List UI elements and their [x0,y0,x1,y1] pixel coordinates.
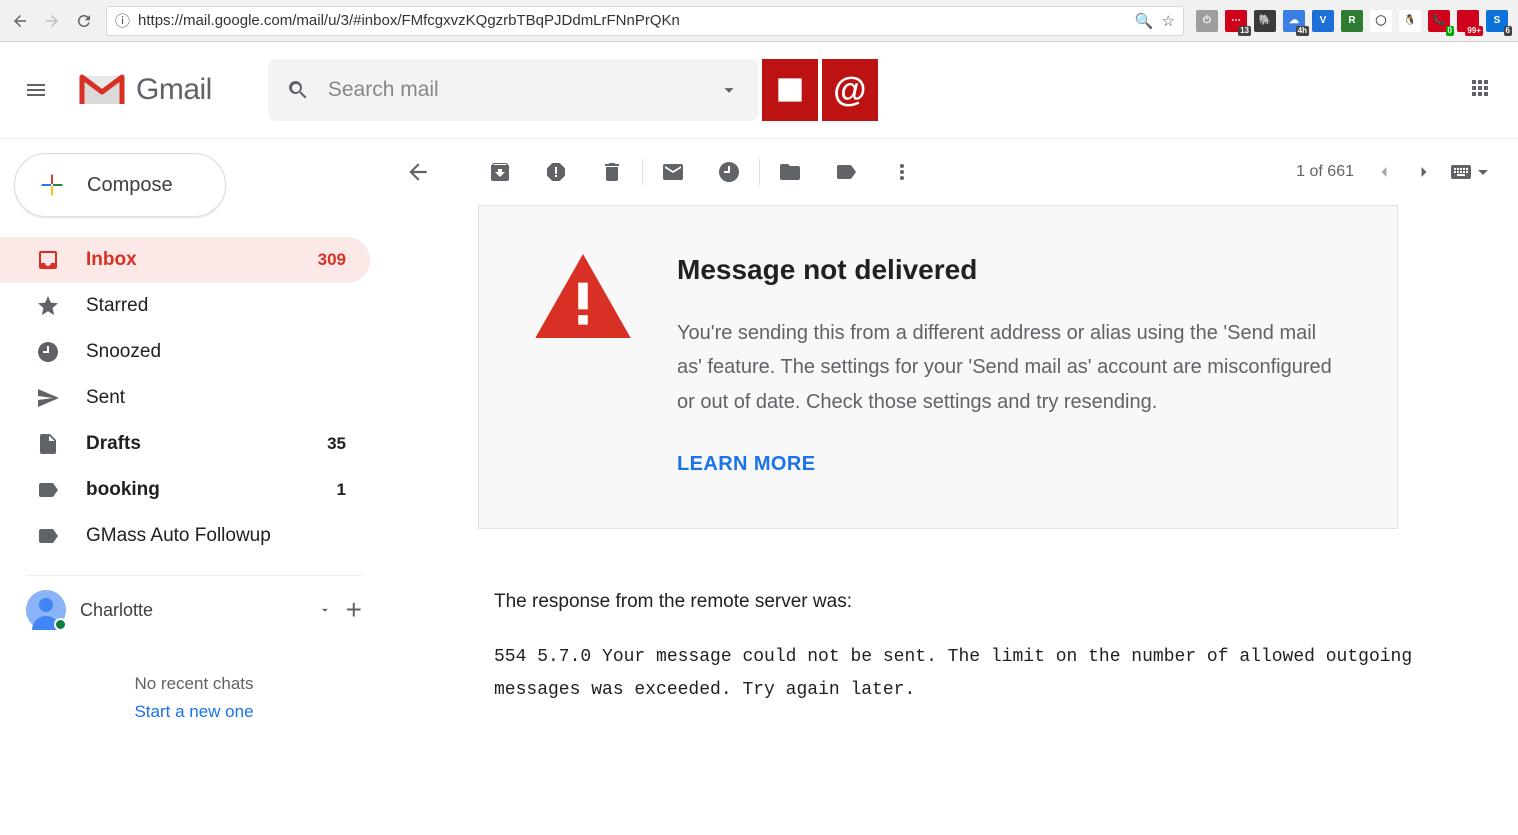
inbox-icon [36,248,60,272]
sidebar-item-snoozed[interactable]: Snoozed [0,329,370,375]
extension-icon[interactable]: R [1341,10,1363,32]
input-tools-button[interactable] [1444,152,1500,192]
label-icon [36,524,60,548]
extension-icon[interactable]: ⏻ [1196,10,1218,32]
server-response-block: The response from the remote server was:… [494,591,1500,708]
sidebar-item-label: Inbox [86,249,292,271]
bounce-message-card: Message not delivered You're sending thi… [478,205,1398,529]
main-pane: 1 of 661 Message not delivered You're se… [388,139,1518,835]
snooze-button[interactable] [701,152,757,192]
sidebar-item-label: Sent [86,387,346,409]
file-icon [36,432,60,456]
bounce-title: Message not delivered [677,254,1341,286]
search-options-icon[interactable] [718,79,740,101]
main-menu-button[interactable] [14,68,58,112]
extension-icon[interactable]: 99+ [1457,10,1479,32]
url-text: https://mail.google.com/mail/u/3/#inbox/… [138,12,1127,29]
star-icon [36,294,60,318]
star-icon[interactable]: ☆ [1162,12,1175,30]
sidebar-item-label: Snoozed [86,341,346,363]
zoom-icon[interactable]: 🔍 [1135,12,1154,30]
chevron-down-icon[interactable] [318,603,332,617]
browser-toolbar: ⓘ https://mail.google.com/mail/u/3/#inbo… [0,0,1518,42]
new-chat-button[interactable]: + [346,594,362,626]
older-button[interactable] [1364,152,1404,192]
more-button[interactable] [874,152,930,192]
search-icon [286,78,310,102]
sidebar-item-inbox[interactable]: Inbox 309 [0,237,370,283]
hangouts-empty-text: No recent chats [26,670,362,698]
back-to-inbox-button[interactable] [390,152,446,192]
extension-icon[interactable]: ◯ [1370,10,1392,32]
google-apps-button[interactable] [1468,76,1492,105]
sidebar-item-label: booking [86,479,311,501]
extension-icons: ⏻ ⋯13 🐘 ☁4h VR ◯ 🐧 📞0 99+ S6 [1196,10,1508,32]
extension-icon[interactable]: ☁4h [1283,10,1305,32]
bounce-body: You're sending this from a different add… [677,316,1341,419]
sidebar-item-label: Starred [86,295,346,317]
archive-button[interactable] [472,152,528,192]
clock-icon [36,340,60,364]
compose-label: Compose [87,174,173,197]
hangouts-username[interactable]: Charlotte [80,600,304,621]
sidebar-item-count: 1 [337,480,346,500]
sidebar-item-count: 309 [318,250,346,270]
labels-button[interactable] [818,152,874,192]
sidebar-item-gmass-auto-followup[interactable]: GMass Auto Followup [0,513,370,559]
compose-button[interactable]: Compose [14,153,226,217]
server-response-label: The response from the remote server was: [494,591,1500,613]
send-icon [36,386,60,410]
move-to-button[interactable] [762,152,818,192]
extension-icon[interactable]: ⋯13 [1225,10,1247,32]
sidebar-item-sent[interactable]: Sent [0,375,370,421]
gmail-header: Gmail @ [0,42,1518,139]
browser-back-button[interactable] [10,11,30,31]
sidebar-item-count: 35 [327,434,346,454]
spam-button[interactable] [528,152,584,192]
sidebar-item-drafts[interactable]: Drafts 35 [0,421,370,467]
sidebar-item-starred[interactable]: Starred [0,283,370,329]
search-box[interactable] [268,59,758,121]
extension-icon[interactable]: S6 [1486,10,1508,32]
newer-button[interactable] [1404,152,1444,192]
browser-forward-button[interactable] [42,11,62,31]
label-icon [36,478,60,502]
gmass-grid-button[interactable] [762,59,818,121]
extension-icon[interactable]: 📞0 [1428,10,1450,32]
sidebar-item-booking[interactable]: booking 1 [0,467,370,513]
hangouts-panel: Charlotte + No recent chats Start a new … [26,575,362,726]
message-count: 1 of 661 [1296,163,1354,181]
server-response-code: 554 5.7.0 Your message could not be sent… [494,641,1474,708]
compose-plus-icon [35,168,69,202]
gmass-at-button[interactable]: @ [822,59,878,121]
nav-list: Inbox 309 Starred Snoozed Sent Drafts 35 bookin… [0,237,388,559]
presence-dot [54,618,67,631]
site-info-icon[interactable]: ⓘ [115,10,130,31]
hangouts-start-new-link[interactable]: Start a new one [134,702,253,721]
avatar[interactable] [26,590,66,630]
delete-button[interactable] [584,152,640,192]
mark-unread-button[interactable] [645,152,701,192]
sidebar-item-label: Drafts [86,433,301,455]
extension-icon[interactable]: V [1312,10,1334,32]
sidebar-item-label: GMass Auto Followup [86,525,346,547]
gmail-logo[interactable]: Gmail [78,72,212,108]
learn-more-link[interactable]: LEARN MORE [677,453,1341,476]
extension-icon[interactable]: 🐘 [1254,10,1276,32]
warning-icon [535,254,631,338]
gmail-logo-text: Gmail [136,73,212,107]
gmail-logo-icon [78,72,126,108]
extension-icon[interactable]: 🐧 [1399,10,1421,32]
search-input[interactable] [328,78,700,102]
url-bar[interactable]: ⓘ https://mail.google.com/mail/u/3/#inbo… [106,6,1184,36]
sidebar: Compose Inbox 309 Starred Snoozed Sent Drafts… [0,139,388,835]
browser-reload-button[interactable] [74,11,94,31]
message-toolbar: 1 of 661 [390,139,1500,205]
